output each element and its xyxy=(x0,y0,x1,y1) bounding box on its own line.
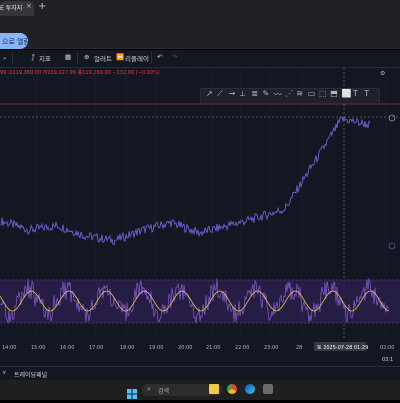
crosshair-plus-icon xyxy=(388,114,396,122)
drawing-tool-icon[interactable]: T xyxy=(364,89,369,98)
time-tick-label: 14:00 xyxy=(2,345,17,351)
settings-app-icon[interactable] xyxy=(263,384,273,394)
time-tick-label: 17:00 xyxy=(89,345,104,351)
browser-tab-strip xyxy=(0,0,400,16)
symbol-dropdown-icon[interactable]: ⌄ xyxy=(2,53,7,61)
tab-close-icon[interactable]: × xyxy=(26,2,32,10)
time-tick-label: 21:00 xyxy=(206,345,221,351)
undo-icon[interactable]: ↶ xyxy=(157,53,162,61)
taskbar-search-placeholder: 검색 xyxy=(158,388,170,395)
time-tick-label: 23:00 xyxy=(264,345,279,351)
windows-start-icon[interactable] xyxy=(127,384,137,399)
alert-icon[interactable]: ⊕ xyxy=(84,53,89,61)
price-series-line xyxy=(0,116,371,246)
browser-address-bar xyxy=(0,16,400,49)
drawing-tool-icon[interactable]: ⟋ xyxy=(217,89,223,99)
trading-panel-tab[interactable]: 트레이딩패널 xyxy=(14,370,47,379)
time-tick-label: 02:00 xyxy=(380,345,395,351)
drawing-tool-icon[interactable]: ⬒ xyxy=(330,89,338,98)
alert-button[interactable]: 얼러트 xyxy=(94,53,112,63)
replay-button[interactable]: 리플레이 xyxy=(125,53,149,63)
drawing-tool-icon[interactable]: ⬜ xyxy=(342,89,352,98)
toolbar-divider xyxy=(151,52,152,64)
price-chart-svg[interactable] xyxy=(0,68,400,353)
drawing-tool-icon[interactable]: ⋰ xyxy=(285,89,293,98)
drawing-tool-icon[interactable]: → xyxy=(229,89,236,98)
time-tick-label: 16:00 xyxy=(60,345,75,351)
drawing-tool-icon[interactable]: ⬚ xyxy=(319,89,327,98)
toolbar-divider xyxy=(77,52,78,64)
drawing-tool-icon[interactable]: 〰 xyxy=(274,89,282,100)
bottom-panel xyxy=(0,366,400,381)
drawing-tool-icon[interactable]: ▭ xyxy=(308,89,316,98)
time-tick-label: 28 xyxy=(296,345,303,351)
indicators-icon[interactable]: ƒ xyxy=(32,53,34,61)
drawing-tool-icon[interactable]: ≋ xyxy=(296,89,303,98)
drawing-tool-icon[interactable]: ≣ xyxy=(251,89,258,98)
indicator-settings-icon xyxy=(388,242,396,250)
indicators-button[interactable]: 지표 xyxy=(39,53,51,63)
replay-icon[interactable]: ⏪ xyxy=(116,53,124,61)
new-tab-button[interactable]: + xyxy=(38,1,46,12)
tab-title: E 투자지 xyxy=(0,5,23,12)
edge-icon[interactable] xyxy=(245,384,255,394)
crosshair-date-label: 토 2025-07-28 01:29 xyxy=(317,345,369,351)
toolbar-divider xyxy=(12,52,13,64)
time-tick-label: 19:00 xyxy=(149,345,164,351)
time-tick-label: 20:00 xyxy=(178,345,193,351)
chart-toolbar xyxy=(0,50,400,68)
time-tick-label: 15:00 xyxy=(31,345,46,351)
chrome-icon[interactable] xyxy=(227,384,237,394)
search-icon: ⌕ xyxy=(147,385,151,393)
redo-icon[interactable]: ↷ xyxy=(172,53,177,61)
panel-collapse-icon[interactable]: ∨ xyxy=(2,369,6,376)
file-explorer-icon[interactable] xyxy=(209,384,219,394)
time-tick-label: 18:00 xyxy=(120,345,135,351)
notice-pill-label: 으로 열람 xyxy=(2,38,30,46)
drawing-tool-icon[interactable]: ✎ xyxy=(263,89,270,98)
drawing-tool-icon[interactable]: ↗ xyxy=(206,89,213,98)
drawing-tool-icon[interactable]: ⟂ xyxy=(240,89,245,99)
drawing-tool-icon[interactable]: T xyxy=(353,89,358,98)
clock-readout: 03:1 xyxy=(382,357,394,363)
layout-grid-icon[interactable]: ▦ xyxy=(65,53,71,61)
time-tick-label: 22:00 xyxy=(235,345,250,351)
